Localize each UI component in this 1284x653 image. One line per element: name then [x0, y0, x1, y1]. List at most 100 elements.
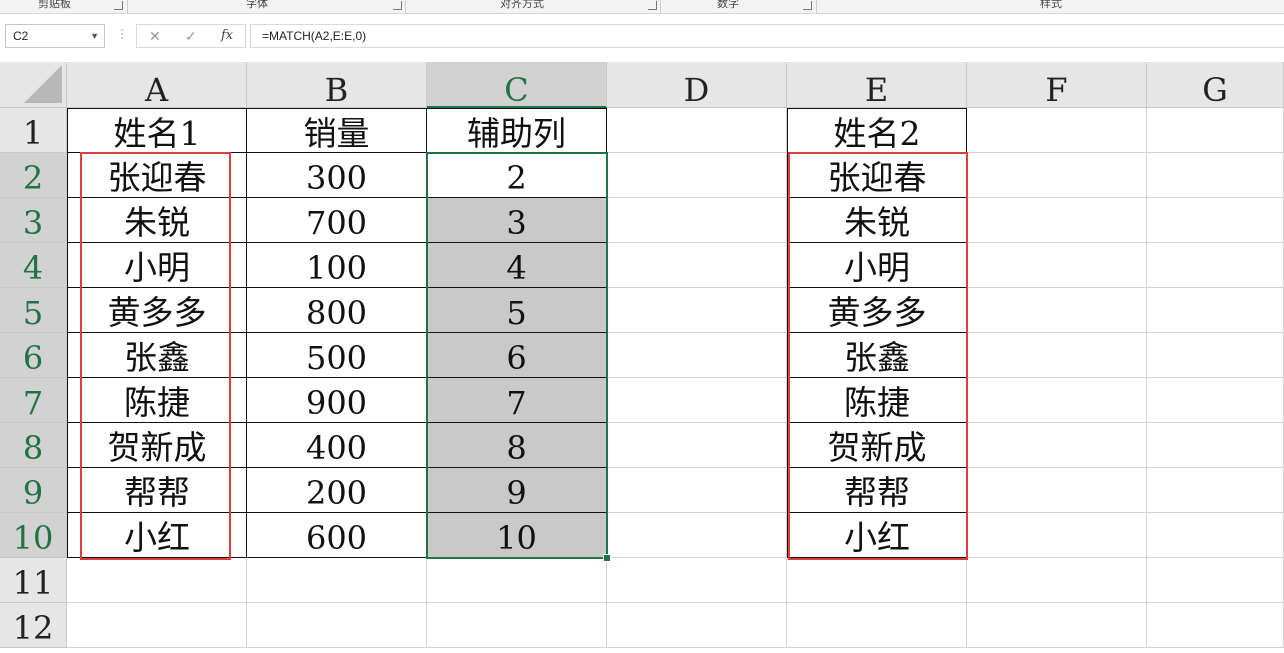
cell-d5[interactable]: [607, 288, 787, 333]
row-header-4[interactable]: 4: [0, 243, 67, 288]
cell-d10[interactable]: [607, 513, 787, 558]
cell-c11[interactable]: [427, 558, 607, 603]
insert-function-icon[interactable]: fx: [221, 28, 233, 43]
cell-g8[interactable]: [1147, 423, 1284, 468]
cell-a7[interactable]: 陈捷: [67, 378, 247, 423]
cell-f5[interactable]: [967, 288, 1147, 333]
cell-e6[interactable]: 张鑫: [787, 333, 967, 378]
cell-b4[interactable]: 100: [247, 243, 427, 288]
cell-f3[interactable]: [967, 198, 1147, 243]
cell-e5[interactable]: 黄多多: [787, 288, 967, 333]
row-header-11[interactable]: 11: [0, 558, 67, 603]
cell-a8[interactable]: 贺新成: [67, 423, 247, 468]
cell-b3[interactable]: 700: [247, 198, 427, 243]
column-header-b[interactable]: B: [247, 62, 427, 109]
cancel-icon[interactable]: ✕: [149, 28, 161, 45]
row-header-7[interactable]: 7: [0, 378, 67, 423]
cell-d8[interactable]: [607, 423, 787, 468]
fill-handle[interactable]: [603, 554, 611, 562]
column-header-c[interactable]: C: [427, 62, 607, 109]
cell-a6[interactable]: 张鑫: [67, 333, 247, 378]
cell-b5[interactable]: 800: [247, 288, 427, 333]
cell-b2[interactable]: 300: [247, 153, 427, 198]
cell-b12[interactable]: [247, 603, 427, 648]
row-header-12[interactable]: 12: [0, 603, 67, 648]
name-box[interactable]: C2 ▼: [5, 24, 105, 48]
select-all-button[interactable]: [0, 62, 67, 108]
alignment-launcher-icon[interactable]: [648, 1, 657, 10]
cell-g3[interactable]: [1147, 198, 1284, 243]
cell-e3[interactable]: 朱锐: [787, 198, 967, 243]
cell-g11[interactable]: [1147, 558, 1284, 603]
cell-g12[interactable]: [1147, 603, 1284, 648]
cell-g5[interactable]: [1147, 288, 1284, 333]
cell-g1[interactable]: [1147, 108, 1284, 153]
cell-b1[interactable]: 销量: [247, 108, 427, 153]
clipboard-launcher-icon[interactable]: [114, 1, 123, 10]
cell-e2[interactable]: 张迎春: [787, 153, 967, 198]
cell-c12[interactable]: [427, 603, 607, 648]
cell-d1[interactable]: [607, 108, 787, 153]
more-options-icon[interactable]: ⋮: [116, 28, 128, 40]
row-header-8[interactable]: 8: [0, 423, 67, 468]
number-launcher-icon[interactable]: [803, 1, 812, 10]
cell-g9[interactable]: [1147, 468, 1284, 513]
cell-e11[interactable]: [787, 558, 967, 603]
cell-f9[interactable]: [967, 468, 1147, 513]
cell-c5[interactable]: 5: [427, 288, 607, 333]
cell-g2[interactable]: [1147, 153, 1284, 198]
row-header-9[interactable]: 9: [0, 468, 67, 513]
cell-a10[interactable]: 小红: [67, 513, 247, 558]
enter-icon[interactable]: ✓: [185, 28, 197, 45]
cell-d9[interactable]: [607, 468, 787, 513]
cell-f8[interactable]: [967, 423, 1147, 468]
cell-g4[interactable]: [1147, 243, 1284, 288]
cell-b7[interactable]: 900: [247, 378, 427, 423]
cell-a3[interactable]: 朱锐: [67, 198, 247, 243]
cell-d11[interactable]: [607, 558, 787, 603]
cell-c6[interactable]: 6: [427, 333, 607, 378]
cell-c3[interactable]: 3: [427, 198, 607, 243]
cell-b6[interactable]: 500: [247, 333, 427, 378]
cell-c8[interactable]: 8: [427, 423, 607, 468]
cell-c1[interactable]: 辅助列: [427, 108, 607, 153]
cell-e1[interactable]: 姓名2: [787, 108, 967, 153]
row-header-10[interactable]: 10: [0, 513, 67, 558]
cell-d6[interactable]: [607, 333, 787, 378]
row-header-6[interactable]: 6: [0, 333, 67, 378]
row-header-3[interactable]: 3: [0, 198, 67, 243]
cell-e10[interactable]: 小红: [787, 513, 967, 558]
cell-a4[interactable]: 小明: [67, 243, 247, 288]
column-header-a[interactable]: A: [67, 62, 247, 109]
column-header-d[interactable]: D: [607, 62, 787, 109]
cell-c10[interactable]: 10: [427, 513, 607, 558]
cell-d4[interactable]: [607, 243, 787, 288]
cell-f4[interactable]: [967, 243, 1147, 288]
cell-c7[interactable]: 7: [427, 378, 607, 423]
row-header-2[interactable]: 2: [0, 153, 67, 198]
chevron-down-icon[interactable]: ▼: [90, 31, 99, 41]
cell-d12[interactable]: [607, 603, 787, 648]
cell-f10[interactable]: [967, 513, 1147, 558]
cell-f11[interactable]: [967, 558, 1147, 603]
row-header-1[interactable]: 1: [0, 108, 67, 153]
cell-g6[interactable]: [1147, 333, 1284, 378]
formula-input[interactable]: =MATCH(A2,E:E,0): [250, 24, 1284, 48]
cell-e7[interactable]: 陈捷: [787, 378, 967, 423]
cell-a9[interactable]: 帮帮: [67, 468, 247, 513]
cell-f12[interactable]: [967, 603, 1147, 648]
row-header-5[interactable]: 5: [0, 288, 67, 333]
cell-d7[interactable]: [607, 378, 787, 423]
cell-e12[interactable]: [787, 603, 967, 648]
font-launcher-icon[interactable]: [393, 1, 402, 10]
cell-g10[interactable]: [1147, 513, 1284, 558]
cell-b11[interactable]: [247, 558, 427, 603]
cell-b8[interactable]: 400: [247, 423, 427, 468]
cell-f7[interactable]: [967, 378, 1147, 423]
cell-a1[interactable]: 姓名1: [67, 108, 247, 153]
cell-e9[interactable]: 帮帮: [787, 468, 967, 513]
cell-g7[interactable]: [1147, 378, 1284, 423]
cell-c4[interactable]: 4: [427, 243, 607, 288]
cell-d3[interactable]: [607, 198, 787, 243]
cell-d2[interactable]: [607, 153, 787, 198]
